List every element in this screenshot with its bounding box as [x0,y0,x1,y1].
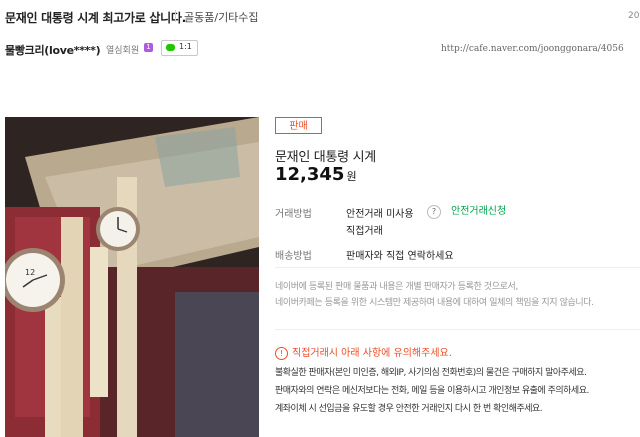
warning-title: ! 직접거래시 아래 사항에 유의해주세요. [275,344,452,360]
warning-item: 판매자와의 연락은 메신저보다는 전화, 메일 등을 이용하시고 개인정보 유출… [275,386,589,396]
product-price: 12,345 원 [275,164,357,185]
level-badge-icon: 1 [144,43,153,52]
delivery-label: 배송방법 [275,251,312,262]
post-date: 20 [628,11,640,21]
warning-title-text: 직접거래시 아래 사항에 유의해주세요. [292,348,452,359]
delivery-value: 판매자와 직접 연락하세요 [346,251,454,262]
watch-box-image: 12 [5,117,259,437]
sale-badge: 판매 [275,117,322,134]
chat-label: 1:1 [179,42,192,51]
chat-button[interactable]: 1:1 [161,40,198,56]
title-separator [175,10,176,22]
post-header: 문재인 대통령 시계 최고가로 삽니다. 골동품/기타수집 20 [0,0,640,34]
direct-trade-value: 직접거래 [346,226,383,237]
svg-text:12: 12 [25,268,35,277]
price-currency: 원 [346,170,357,183]
help-icon[interactable]: ? [427,205,441,219]
trade-method-value: 안전거래 미사용 [346,209,414,220]
product-name: 문재인 대통령 시계 [275,150,376,165]
safe-trade-link[interactable]: 안전거래신청 [451,202,506,217]
warning-icon: ! [275,346,288,360]
trade-method-label: 거래방법 [275,209,312,220]
product-photo[interactable]: 12 [5,117,259,437]
warning-item: 계좌이체 시 선입금을 유도할 경우 안전한 거래인지 다시 한 번 확인해주세… [275,404,543,414]
divider [275,267,640,268]
writer-level: 열심회원 [106,46,140,56]
divider [275,329,640,330]
post-title: 문재인 대통령 시계 최고가로 삽니다. [5,11,186,25]
board-link[interactable]: 골동품/기타수집 [184,9,259,25]
post-url[interactable]: http://cafe.naver.com/joonggonara/4056 [441,44,624,54]
notice-line-2: 네이버카페는 등록을 위한 시스템만 제공하며 내용에 대하여 일체의 책임을 … [275,298,594,308]
product-info: 판매 문재인 대통령 시계 12,345 원 거래방법 안전거래 미사용 ? 안전… [275,117,640,437]
warning-item: 불확실한 판매자(본인 미인증, 해외IP, 사기의심 전화번호)의 물건은 구… [275,368,587,378]
chat-bubble-icon [166,44,175,51]
price-value: 12,345 [275,164,345,185]
writer-nickname[interactable]: 물빵크리(love****) [5,42,101,58]
notice-line-1: 네이버에 등록된 판매 물품과 내용은 개별 판매자가 등록한 것으로서, [275,282,518,292]
